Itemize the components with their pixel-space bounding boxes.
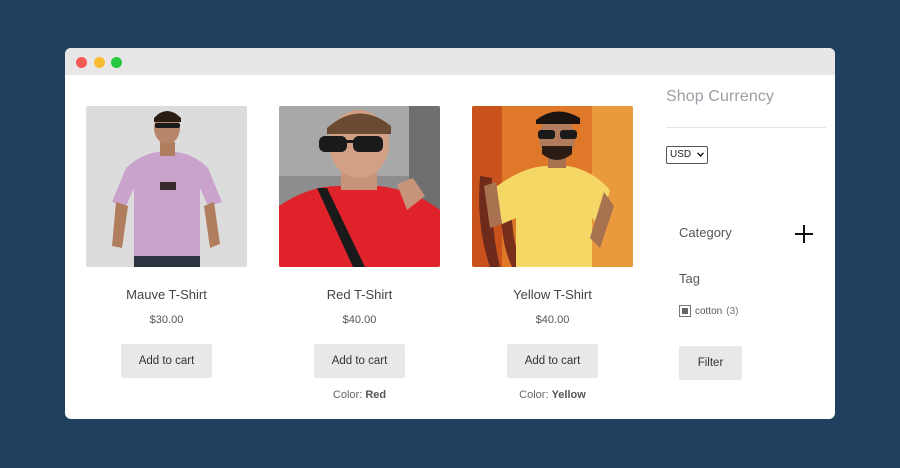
filter-button[interactable]: Filter bbox=[679, 346, 742, 380]
product-card-yellow: Yellow T-Shirt $40.00 Add to cart Color:… bbox=[472, 106, 633, 401]
add-to-cart-button[interactable]: Add to cart bbox=[507, 344, 598, 378]
product-title[interactable]: Mauve T-Shirt bbox=[86, 287, 247, 302]
chevron-down-icon bbox=[697, 152, 704, 157]
add-to-cart-button[interactable]: Add to cart bbox=[121, 344, 212, 378]
product-image-yellow-tshirt[interactable] bbox=[472, 106, 633, 267]
add-to-cart-button[interactable]: Add to cart bbox=[314, 344, 405, 378]
shop-currency-heading: Shop Currency bbox=[666, 88, 775, 105]
variant-color: Color: Red bbox=[279, 389, 440, 401]
close-window-button[interactable] bbox=[76, 57, 87, 68]
currency-select-value: USD bbox=[670, 149, 692, 160]
browser-window: Mauve T-Shirt $30.00 Add to cart Red T-S… bbox=[65, 48, 835, 419]
variant-label: Color: bbox=[332, 389, 366, 401]
tag-label[interactable]: cotton bbox=[695, 306, 722, 317]
variant-color: Color: Yellow bbox=[472, 389, 633, 401]
product-card-red: Red T-Shirt $40.00 Add to cart Color: Re… bbox=[279, 106, 440, 401]
tag-filter-cotton[interactable]: cotton (3) bbox=[679, 304, 738, 318]
variant-label: Color: bbox=[519, 389, 552, 401]
product-image-mauve-tshirt[interactable] bbox=[86, 106, 247, 267]
variant-value: Red bbox=[365, 389, 387, 401]
product-price: $40.00 bbox=[342, 314, 377, 326]
product-title[interactable]: Yellow T-Shirt bbox=[472, 287, 633, 302]
product-title[interactable]: Red T-Shirt bbox=[279, 287, 440, 302]
expand-category-plus-icon[interactable] bbox=[795, 225, 813, 243]
tag-heading: Tag bbox=[679, 271, 700, 286]
category-heading[interactable]: Category bbox=[679, 225, 732, 240]
tag-count: (3) bbox=[726, 305, 739, 317]
product-price: $30.00 bbox=[149, 314, 184, 326]
tag-checkbox[interactable] bbox=[679, 305, 691, 317]
sidebar-divider bbox=[666, 127, 826, 128]
product-card-mauve: Mauve T-Shirt $30.00 Add to cart bbox=[86, 106, 247, 378]
maximize-window-button[interactable] bbox=[111, 57, 122, 68]
window-titlebar bbox=[65, 48, 835, 75]
minimize-window-button[interactable] bbox=[94, 57, 105, 68]
variant-value: Yellow bbox=[551, 389, 586, 401]
currency-select[interactable]: USD bbox=[666, 146, 708, 164]
product-image-red-tshirt[interactable] bbox=[279, 106, 440, 267]
product-price: $40.00 bbox=[535, 314, 570, 326]
